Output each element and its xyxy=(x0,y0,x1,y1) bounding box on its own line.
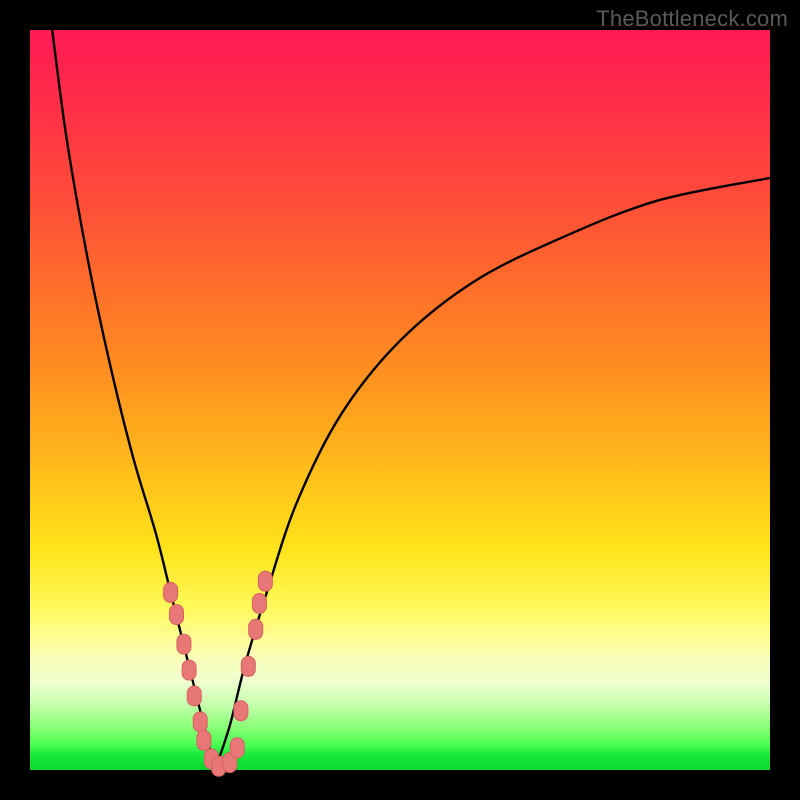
data-markers xyxy=(164,571,273,776)
marker xyxy=(193,712,207,732)
curve-left xyxy=(52,30,215,770)
marker xyxy=(177,634,191,654)
marker xyxy=(187,686,201,706)
curve-layer xyxy=(30,30,770,770)
watermark-text: TheBottleneck.com xyxy=(596,6,788,32)
marker xyxy=(234,701,248,721)
marker xyxy=(197,730,211,750)
curve-right xyxy=(215,178,770,770)
plot-area xyxy=(30,30,770,770)
marker xyxy=(241,656,255,676)
marker xyxy=(252,594,266,614)
marker xyxy=(258,571,272,591)
marker xyxy=(170,605,184,625)
marker xyxy=(182,660,196,680)
marker xyxy=(230,738,244,758)
chart-frame: TheBottleneck.com xyxy=(0,0,800,800)
marker xyxy=(249,619,263,639)
marker xyxy=(164,582,178,602)
